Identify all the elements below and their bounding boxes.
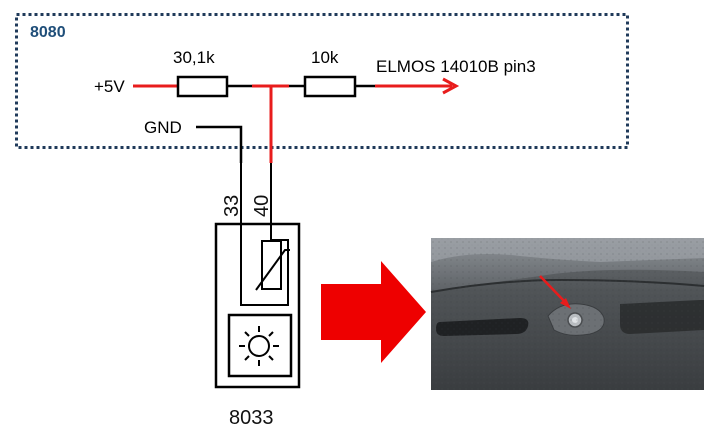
output-label: ELMOS 14010B pin3 [376,57,536,76]
light-sensor-box [227,313,293,378]
sun-icon [239,326,279,366]
part-number: 8033 [229,407,274,429]
pin-40-label: 40 [251,195,273,217]
dashboard-photo [430,238,705,390]
resistor-1-label: 30,1k [173,48,215,67]
resistor-2 [303,75,357,98]
resistor-1 [176,75,229,98]
ground-label: GND [144,118,182,137]
right-arrow-icon [321,261,426,363]
resistor-2-label: 10k [311,48,339,67]
ground-wire [196,125,243,163]
thermistor-icon [261,240,282,290]
circuit-diagram: 8080 +5V 30,1k 10k ELMOS 14010B pin3 GND… [15,13,705,429]
pin-33-label: 33 [221,195,243,217]
diagram-canvas: 8080 +5V 30,1k 10k ELMOS 14010B pin3 GND… [0,0,723,441]
board-label: 8080 [30,24,66,41]
supply-label: +5V [94,77,125,96]
